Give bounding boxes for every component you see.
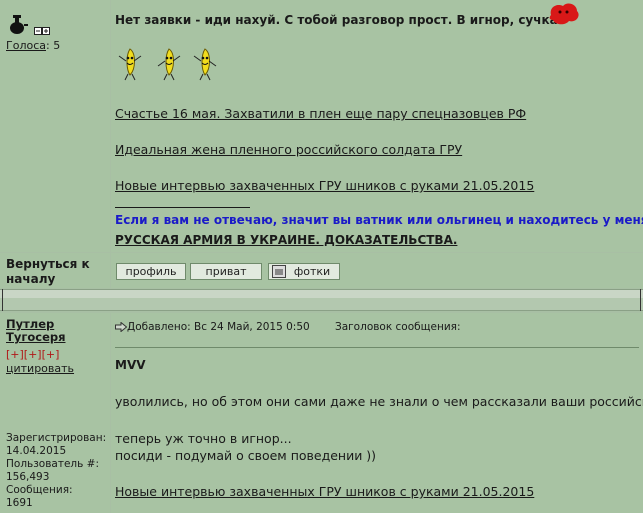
votes-count: : 5 <box>46 39 61 52</box>
separator-edge <box>640 289 641 311</box>
back-to-top-cell: Вернуться к началу <box>0 253 110 288</box>
reputation-badges[interactable]: [+][+][+] <box>6 348 59 361</box>
posted-date: Добавлено: Вс 24 Май, 2015 0:50 <box>127 321 310 333</box>
signature-line: Если я вам не отвечаю, значит вы ватник … <box>115 213 643 227</box>
user-stats: Зарегистрирован: 14.04.2015 Пользователь… <box>6 432 106 510</box>
posts-label: Сообщения: <box>6 484 73 496</box>
post-link[interactable]: Счастье 16 мая. Захватили в плен еще пар… <box>115 106 526 121</box>
user-no-label: Пользователь #: <box>6 458 99 470</box>
post2-body-cell: Добавлено: Вс 24 Май, 2015 0:50 Заголово… <box>111 313 643 513</box>
registered-value: 14.04.2015 <box>6 445 67 457</box>
dancing-banana-icon <box>157 48 181 81</box>
post2-author-cell: Путлер Тугосеря [+][+][+] цитировать Зар… <box>0 313 110 513</box>
quote-link[interactable]: цитировать <box>6 362 74 375</box>
profile-button[interactable]: профиль <box>116 263 186 280</box>
photo-icon <box>272 265 286 278</box>
post-arrow-icon[interactable] <box>115 322 127 332</box>
signature-divider <box>115 207 250 208</box>
kettle-icon <box>10 15 28 34</box>
user-no-value: 156,493 <box>6 471 50 483</box>
registered-label: Зарегистрирован: <box>6 432 107 444</box>
votes: Голоса: 5 <box>6 39 60 52</box>
gender-icon <box>34 27 50 35</box>
post-text-line: посиди - подумай о своем поведении )) <box>115 448 377 463</box>
quote-author: MVV <box>115 358 146 372</box>
signature-link[interactable]: РУССКАЯ АРМИЯ В УКРАИНЕ. ДОКАЗАТЕЛЬСТВА. <box>115 233 457 247</box>
post-link[interactable]: Идеальная жена пленного российского солд… <box>115 142 462 157</box>
post-link[interactable]: Новые интервью захваченных ГРУ шников с … <box>115 178 534 193</box>
dancing-banana-icon <box>193 48 217 81</box>
author-name[interactable]: Путлер Тугосеря <box>6 318 106 344</box>
post-text-line: теперь уж точно в игнор... <box>115 431 292 446</box>
subject-label: Заголовок сообщения: <box>335 321 461 333</box>
private-message-button[interactable]: приват <box>190 263 262 280</box>
post-link[interactable]: Новые интервью захваченных ГРУ шников с … <box>115 484 534 499</box>
post1-body-cell: Нет заявки - иди нахуй. С тобой разговор… <box>111 0 643 252</box>
back-to-top-link[interactable]: Вернуться к началу <box>6 257 106 287</box>
post-header-divider <box>115 347 639 348</box>
post-title: Нет заявки - иди нахуй. С тобой разговор… <box>115 13 558 27</box>
post-separator-bar <box>0 298 643 311</box>
photos-label: фотки <box>293 265 331 278</box>
votes-link[interactable]: Голоса <box>6 39 46 52</box>
post-text-line: уволились, но об этом они сами даже не з… <box>115 394 643 409</box>
posts-value: 1691 <box>6 497 33 509</box>
separator-edge <box>2 289 3 311</box>
post1-author-cell: Голоса: 5 <box>0 0 110 252</box>
red-blob-smiley-icon <box>549 3 579 25</box>
dancing-banana-icon <box>118 48 142 81</box>
